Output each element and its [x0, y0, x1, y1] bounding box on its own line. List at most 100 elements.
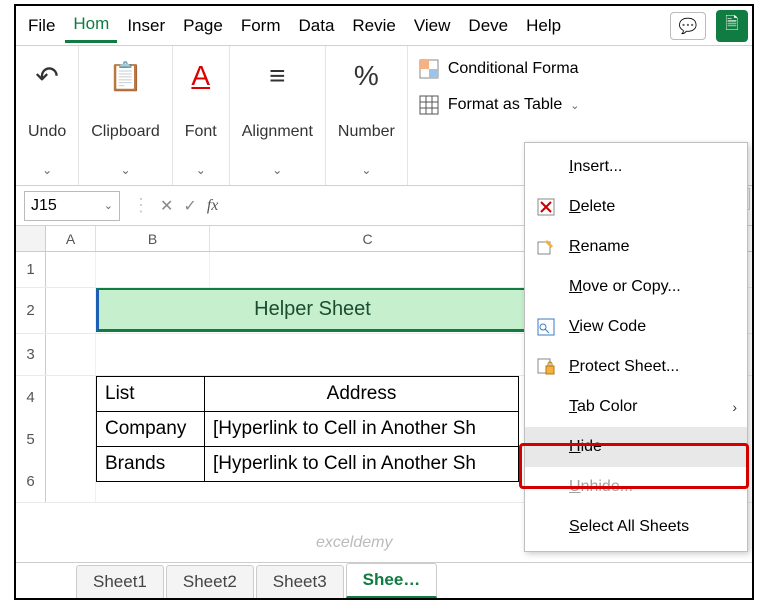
sheet-tab-3[interactable]: Sheet3: [256, 565, 344, 598]
watermark: exceldemy: [316, 534, 392, 552]
cancel-icon[interactable]: ✕: [160, 196, 173, 216]
col-header-b[interactable]: B: [96, 226, 210, 251]
cell[interactable]: [96, 252, 210, 287]
conditional-format-label: Conditional Forma: [448, 60, 579, 78]
cell[interactable]: [Hyperlink to Cell in Another Sh: [205, 412, 519, 447]
cell[interactable]: Brands: [97, 447, 205, 482]
table-icon: [418, 94, 440, 116]
menu-home[interactable]: Hom: [65, 8, 117, 43]
cell[interactable]: [96, 334, 526, 375]
menu-help[interactable]: Help: [518, 10, 569, 42]
comments-button[interactable]: 💬: [670, 12, 706, 40]
name-box-value: J15: [31, 197, 57, 215]
code-icon: [535, 316, 557, 338]
ctx-label: Insert...: [569, 158, 737, 176]
row-header-3[interactable]: 3: [16, 334, 46, 375]
enter-icon[interactable]: ✓: [183, 196, 196, 216]
menu-formulas[interactable]: Form: [233, 10, 289, 42]
menu-review[interactable]: Revie: [344, 10, 403, 42]
blank-icon: [535, 516, 557, 538]
comment-icon: 💬: [679, 17, 698, 35]
sheet-tab-context-menu: Insert... Delete Rename Move or Copy... …: [524, 142, 748, 552]
conditional-formatting-button[interactable]: Conditional Forma: [412, 54, 586, 84]
ctx-delete[interactable]: Delete: [525, 187, 747, 227]
ribbon-font-group[interactable]: A Font ⌄: [173, 46, 230, 185]
table-header-list[interactable]: List: [97, 377, 205, 412]
ribbon-clipboard-group[interactable]: 📋 Clipboard ⌄: [79, 46, 172, 185]
chevron-right-icon: ›: [732, 399, 737, 415]
ctx-label: Tab Color: [569, 398, 720, 416]
clipboard-icon: 📋: [108, 56, 143, 96]
fx-icon[interactable]: fx: [207, 197, 219, 215]
ribbon-undo-group[interactable]: ↶ Undo ⌄: [16, 46, 79, 185]
delete-icon: [535, 196, 557, 218]
select-all-corner[interactable]: [16, 226, 46, 251]
row-header-5[interactable]: 5: [16, 418, 46, 460]
cell[interactable]: Company: [97, 412, 205, 447]
col-header-c[interactable]: C: [210, 226, 526, 251]
row-header-2[interactable]: 2: [16, 288, 46, 333]
table-header-address[interactable]: Address: [205, 377, 519, 412]
chevron-down-icon: ⌄: [42, 163, 52, 177]
cell[interactable]: [46, 252, 96, 287]
chevron-down-icon: ⌄: [196, 163, 206, 177]
sheet-tab-4[interactable]: Shee…: [346, 563, 438, 598]
menu-view[interactable]: View: [406, 10, 459, 42]
sheet-tab-bar: Sheet1 Sheet2 Sheet3 Shee…: [16, 562, 752, 598]
ribbon-number-group[interactable]: % Number ⌄: [326, 46, 408, 185]
menu-insert[interactable]: Inser: [119, 10, 173, 42]
ctx-move-copy[interactable]: Move or Copy...: [525, 267, 747, 307]
sheet-tab-2[interactable]: Sheet2: [166, 565, 254, 598]
ribbon-clipboard-label: Clipboard: [91, 123, 159, 141]
row-header-6[interactable]: 6: [16, 460, 46, 502]
ribbon-alignment-group[interactable]: ≡ Alignment ⌄: [230, 46, 326, 185]
lock-icon: [535, 356, 557, 378]
cell[interactable]: [46, 376, 96, 502]
menu-data[interactable]: Data: [290, 10, 342, 42]
format-table-label: Format as Table: [448, 96, 562, 114]
helper-sheet-header[interactable]: Helper Sheet: [96, 288, 526, 332]
ribbon-undo-label: Undo: [28, 123, 66, 141]
ctx-rename[interactable]: Rename: [525, 227, 747, 267]
row-header-4[interactable]: 4: [16, 376, 46, 418]
chevron-down-icon: ⌄: [104, 199, 113, 212]
align-icon: ≡: [269, 56, 285, 96]
ctx-select-all-sheets[interactable]: Select All Sheets: [525, 507, 747, 547]
menu-bar: File Hom Inser Page Form Data Revie View…: [16, 6, 752, 46]
divider: ⋮: [132, 195, 150, 216]
chevron-down-icon: ⌄: [272, 163, 282, 177]
menu-file[interactable]: File: [20, 10, 63, 42]
ctx-label: Move or Copy...: [569, 278, 737, 296]
cell[interactable]: [46, 288, 96, 333]
name-box[interactable]: J15 ⌄: [24, 191, 120, 221]
ctx-hide[interactable]: Hide: [525, 427, 747, 467]
ctx-unhide: Unhide...: [525, 467, 747, 507]
row-header-1[interactable]: 1: [16, 252, 46, 287]
conditional-format-icon: [418, 58, 440, 80]
sheet-tab-1[interactable]: Sheet1: [76, 565, 164, 598]
font-icon: A: [191, 56, 210, 96]
ribbon-font-label: Font: [185, 123, 217, 141]
ctx-label: Hide: [569, 438, 737, 456]
cell[interactable]: [Hyperlink to Cell in Another Sh: [205, 447, 519, 482]
ctx-insert[interactable]: Insert...: [525, 147, 747, 187]
format-as-table-button[interactable]: Format as Table ⌄: [412, 90, 586, 120]
percent-icon: %: [354, 56, 379, 96]
ctx-protect-sheet[interactable]: Protect Sheet...: [525, 347, 747, 387]
ctx-label: Unhide...: [569, 478, 737, 496]
table-row: Brands [Hyperlink to Cell in Another Sh: [97, 447, 519, 482]
ctx-label: Select All Sheets: [569, 518, 737, 536]
ctx-label: Protect Sheet...: [569, 358, 737, 376]
ctx-tab-color[interactable]: Tab Color ›: [525, 387, 747, 427]
menu-developer[interactable]: Deve: [460, 10, 516, 42]
ctx-view-code[interactable]: View Code: [525, 307, 747, 347]
blank-icon: [535, 396, 557, 418]
cell[interactable]: [210, 252, 526, 287]
chevron-down-icon: ⌄: [120, 163, 130, 177]
share-button[interactable]: 🗎: [716, 10, 748, 42]
menu-page[interactable]: Page: [175, 10, 231, 42]
ctx-label: Delete: [569, 198, 737, 216]
cell[interactable]: [46, 334, 96, 375]
ribbon-align-label: Alignment: [242, 123, 313, 141]
col-header-a[interactable]: A: [46, 226, 96, 251]
